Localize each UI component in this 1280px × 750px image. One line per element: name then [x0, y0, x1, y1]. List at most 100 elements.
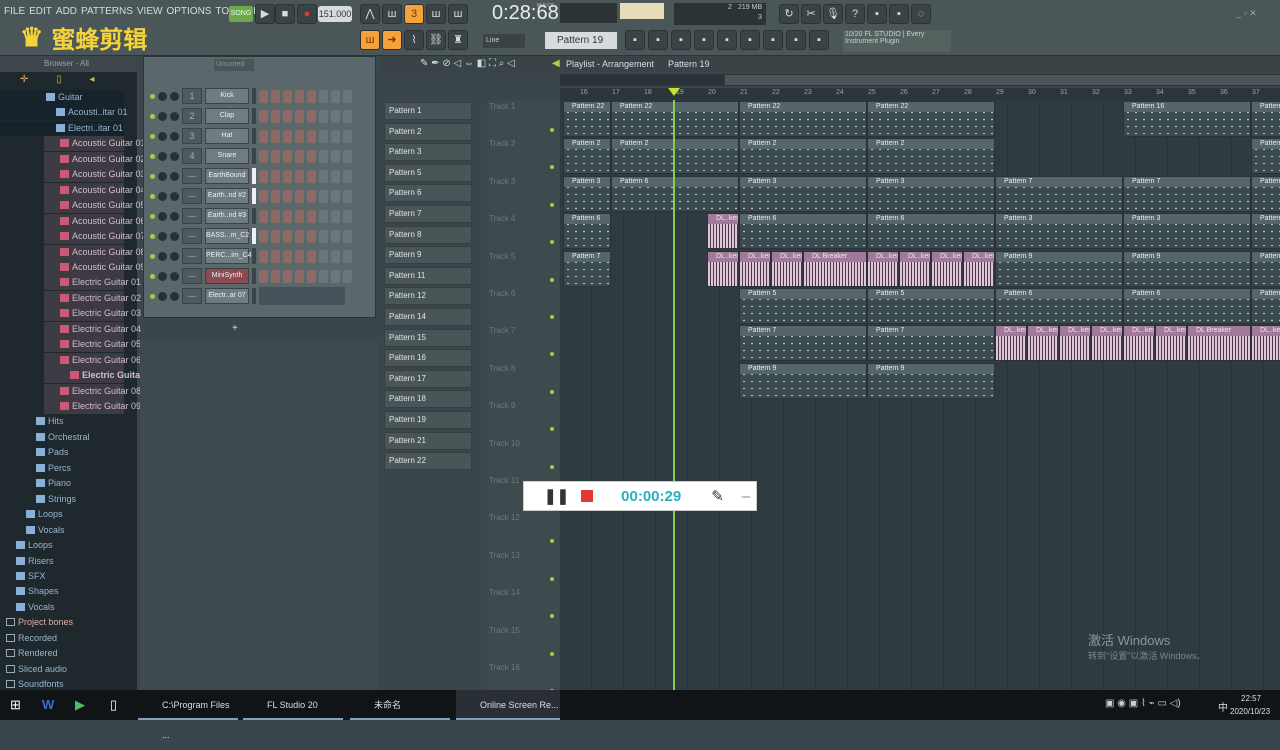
step-button[interactable]	[331, 169, 340, 183]
step-button[interactable]	[295, 149, 304, 163]
step-button[interactable]	[307, 249, 316, 263]
audio-clip[interactable]: DL..ker	[739, 250, 771, 287]
step-button[interactable]	[295, 129, 304, 143]
clock-date[interactable]: 2020/10/23	[1230, 707, 1270, 716]
track-led[interactable]	[550, 576, 554, 581]
volume-knob[interactable]	[170, 291, 179, 301]
ime-indicator[interactable]: 中	[1218, 699, 1228, 714]
step-edit-icon[interactable]: ш	[426, 4, 446, 24]
step-button[interactable]	[331, 269, 340, 283]
pattern-clip[interactable]: Pattern 3	[739, 175, 867, 212]
step-button[interactable]	[307, 269, 316, 283]
browser-item[interactable]: Electric Guitar 04	[44, 321, 141, 337]
playlist-tools[interactable]: ✎ ✒ ⊘ ◁ ⇔ ◧ ⛶ ⌕ ◁	[420, 58, 515, 69]
track-led[interactable]	[550, 464, 554, 469]
browser-tabs[interactable]: ✛ ▯ ◂	[0, 72, 137, 88]
track-led[interactable]	[550, 427, 554, 432]
pan-knob[interactable]	[158, 171, 167, 181]
step-button[interactable]	[343, 129, 352, 143]
browser-item[interactable]: Electric Guitar 08	[44, 383, 141, 399]
browser-item[interactable]: Recorded	[0, 631, 124, 646]
channel-name-button[interactable]: Hat	[205, 128, 249, 144]
audio-clip[interactable]: DL..ker	[707, 250, 739, 287]
step-button[interactable]	[307, 189, 316, 203]
track-header[interactable]: Track 3	[489, 177, 515, 186]
browser-item[interactable]: Acoustic Guitar 09	[44, 259, 146, 275]
pan-knob[interactable]	[158, 211, 167, 221]
step-button[interactable]	[259, 129, 268, 143]
audio-clip[interactable]: DL..ker	[1091, 325, 1123, 362]
pattern-item[interactable]: Pattern 1	[384, 102, 472, 120]
step-button[interactable]	[319, 229, 328, 243]
step-button[interactable]	[295, 269, 304, 283]
pattern-item[interactable]: Pattern 11	[384, 266, 472, 285]
audio-clip[interactable]: DL..ker	[963, 250, 995, 287]
step-button[interactable]	[319, 149, 328, 163]
track-header[interactable]: Track 9	[489, 401, 515, 410]
mute-led[interactable]	[150, 133, 155, 139]
minimize-icon[interactable]: –	[742, 488, 750, 505]
save-icon[interactable]: ▪	[867, 4, 887, 24]
channel-select[interactable]	[252, 228, 256, 244]
channel-select[interactable]	[252, 168, 256, 184]
audio-clip[interactable]: DL..ker	[1251, 325, 1280, 362]
pattern-clip[interactable]: Pattern 9	[1123, 250, 1251, 287]
step-button[interactable]	[307, 229, 316, 243]
song-mode-toggle[interactable]: SONG	[229, 6, 253, 22]
channel-rack-icon[interactable]: ▪	[648, 30, 668, 50]
timeline-ruler[interactable]: 16 17 18 19 20 21 22 23 24 25 26 27 28 29 30 31 32 33 34 35…	[560, 88, 1280, 100]
track-header[interactable]: Track 15	[489, 626, 520, 635]
channel-name-button[interactable]: Kick	[205, 88, 249, 104]
pattern-clip[interactable]: Pattern 6	[563, 213, 611, 250]
pen-icon[interactable]: ✎	[711, 487, 724, 505]
mute-led[interactable]	[150, 273, 155, 279]
step-button[interactable]	[295, 189, 304, 203]
audio-clip[interactable]: DL Breaker	[1187, 325, 1251, 362]
step-button[interactable]	[307, 209, 316, 223]
browser-item[interactable]: Loops	[0, 538, 124, 553]
record-button[interactable]: ●	[297, 4, 317, 24]
brush-icon[interactable]: ⌇	[404, 30, 424, 50]
step-button[interactable]	[319, 269, 328, 283]
step-button[interactable]	[283, 209, 292, 223]
browser-item[interactable]: Loops	[0, 507, 124, 522]
browser-item[interactable]: Acoustic Guitar 05	[44, 198, 146, 214]
step-button[interactable]	[259, 249, 268, 263]
stop-record-button[interactable]	[581, 490, 594, 502]
audio-clip[interactable]: DL Breaker	[803, 250, 867, 287]
volume-knob[interactable]	[170, 131, 179, 141]
volume-knob[interactable]	[170, 151, 179, 161]
track-header[interactable]: Track 1	[489, 102, 515, 111]
mixer-track-number[interactable]: 1	[182, 88, 202, 104]
track-led[interactable]	[550, 202, 554, 207]
channel-select[interactable]	[252, 248, 256, 264]
pan-knob[interactable]	[158, 291, 167, 301]
pattern-clip[interactable]: Pattern 7	[995, 175, 1123, 212]
mute-led[interactable]	[150, 253, 155, 259]
pattern-item[interactable]: Pattern 15	[384, 328, 472, 347]
step-button[interactable]	[283, 129, 292, 143]
volume-knob[interactable]	[170, 211, 179, 221]
step-button[interactable]	[319, 169, 328, 183]
audio-clip[interactable]: DL..ker	[931, 250, 963, 287]
step-button[interactable]	[259, 269, 268, 283]
person-icon[interactable]: ▪	[763, 30, 783, 50]
step-button[interactable]	[283, 169, 292, 183]
audio-clip[interactable]: DL..ker	[995, 325, 1027, 362]
pattern-clip[interactable]: Pattern	[1251, 138, 1280, 175]
pattern-item[interactable]: Pattern 14	[384, 308, 472, 326]
pattern-clip[interactable]: Pattern	[1251, 101, 1280, 137]
mixer-track-number[interactable]: ---	[182, 248, 202, 264]
step-button[interactable]	[307, 149, 316, 163]
step-button[interactable]	[271, 169, 280, 183]
step-button[interactable]	[283, 189, 292, 203]
step-button[interactable]	[331, 229, 340, 243]
browser-item[interactable]: Electric Guitar 09	[44, 399, 141, 414]
step-button[interactable]	[319, 249, 328, 263]
step-button[interactable]	[295, 169, 304, 183]
volume-knob[interactable]	[170, 111, 179, 121]
channel-select[interactable]	[252, 108, 256, 124]
undo-icon[interactable]: ↻	[779, 4, 799, 24]
pattern-clip[interactable]: Pattern 2	[563, 138, 611, 175]
mute-led[interactable]	[150, 293, 155, 299]
